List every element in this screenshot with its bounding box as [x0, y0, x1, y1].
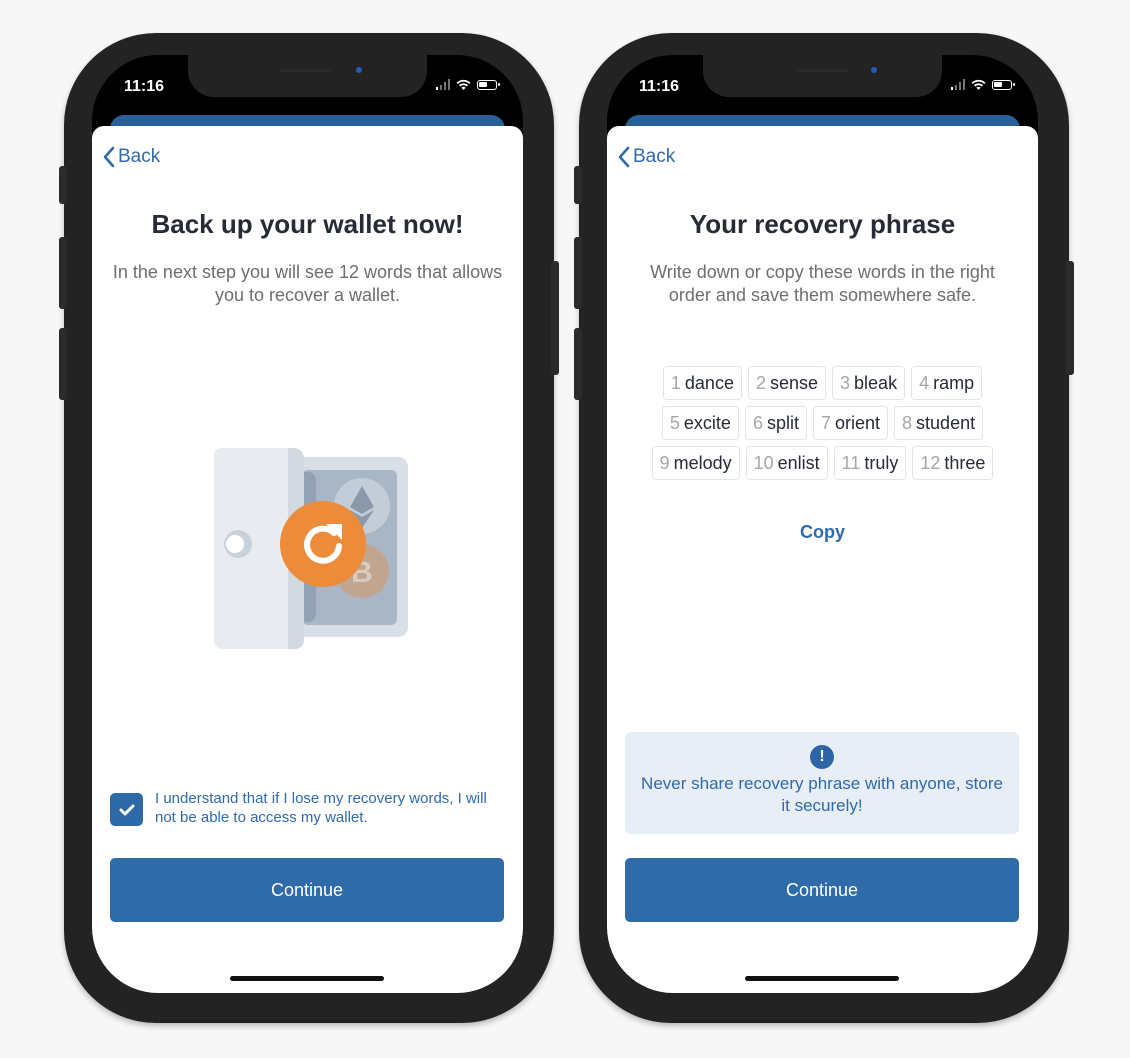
word-chip: 6 split: [744, 406, 807, 440]
continue-button[interactable]: Continue: [625, 858, 1019, 922]
page-title: Your recovery phrase: [689, 209, 956, 239]
word-chip: 4 ramp: [911, 366, 983, 400]
chevron-left-icon: [618, 146, 630, 168]
agreement-text: I understand that if I lose my recovery …: [155, 790, 487, 826]
recovery-word-grid: 1 dance 2 sense 3 bleak 4 ramp 5 excite 6 spli…: [617, 366, 1028, 480]
page-subtitle: Write down or copy these words in the ri…: [650, 262, 995, 305]
status-time: 11:16: [639, 78, 680, 95]
word-chip: 9 melody: [651, 446, 740, 480]
continue-button[interactable]: Continue: [110, 858, 504, 922]
phone-screen: 11:16 Back Your recovery phrase Write do…: [607, 55, 1038, 993]
speaker: [280, 69, 332, 72]
word-chip: 7 orient: [812, 406, 889, 440]
power-button: [551, 261, 559, 375]
volume-up-button: [59, 237, 67, 309]
agreement-row[interactable]: I understand that if I lose my recovery …: [110, 789, 505, 827]
wifi-icon: [971, 79, 986, 90]
signal-icon: [950, 79, 965, 90]
back-button[interactable]: Back: [617, 146, 675, 168]
word-chip: 1 dance: [662, 366, 742, 400]
mute-switch: [59, 166, 67, 204]
word-chip: 8 student: [894, 406, 984, 440]
notch: [703, 55, 942, 97]
battery-icon: [477, 79, 500, 90]
battery-icon: [992, 79, 1015, 90]
safe-illustration: B: [214, 448, 408, 649]
mute-switch: [574, 166, 582, 204]
page-subtitle: In the next step you will see 12 words t…: [112, 262, 503, 305]
checkmark-icon: [119, 804, 134, 815]
speaker: [795, 69, 847, 72]
exclamation-icon: !: [810, 745, 834, 769]
volume-up-button: [574, 237, 582, 309]
word-chip: 11 truly: [833, 446, 907, 480]
signal-icon: [435, 79, 450, 90]
word-row: 5 excite 6 split 7 orient 8 student: [661, 406, 984, 440]
phone-frame-recovery: 11:16 Back Your recovery phrase Write do…: [574, 33, 1074, 1023]
word-row: 9 melody 10 enlist 11 truly 12 three: [651, 446, 994, 480]
word-chip: 12 three: [912, 446, 994, 480]
wifi-icon: [456, 79, 471, 90]
back-label: Back: [118, 146, 161, 167]
status-icons: [950, 79, 1015, 90]
camera-icon: [356, 67, 362, 73]
word-row: 1 dance 2 sense 3 bleak 4 ramp: [662, 366, 983, 400]
home-indicator: [745, 976, 899, 981]
home-indicator: [230, 976, 384, 981]
warning-text: Never share recovery phrase with anyone,…: [641, 774, 1003, 815]
security-warning: ! Never share recovery phrase with anyon…: [625, 732, 1019, 834]
word-chip: 10 enlist: [745, 446, 828, 480]
refresh-badge: [280, 501, 366, 587]
phone-frame-backup: 11:16 Back Back up your wallet now! In t…: [59, 33, 559, 1023]
back-label: Back: [633, 146, 676, 167]
copy-button[interactable]: Copy: [607, 522, 1038, 543]
volume-down-button: [59, 328, 67, 400]
word-chip: 5 excite: [661, 406, 739, 440]
word-chip: 3 bleak: [832, 366, 906, 400]
status-icons: [435, 79, 500, 90]
chevron-left-icon: [103, 146, 115, 168]
recovery-sheet: Back Your recovery phrase Write down or …: [607, 126, 1038, 993]
volume-down-button: [574, 328, 582, 400]
backup-sheet: Back Back up your wallet now! In the nex…: [92, 126, 523, 993]
status-time: 11:16: [124, 78, 165, 95]
notch: [188, 55, 427, 97]
back-button[interactable]: Back: [102, 146, 160, 168]
page-title: Back up your wallet now!: [151, 209, 464, 239]
word-chip: 2 sense: [747, 366, 827, 400]
power-button: [1066, 261, 1074, 375]
phone-screen: 11:16 Back Back up your wallet now! In t…: [92, 55, 523, 993]
agreement-checkbox[interactable]: [110, 793, 143, 826]
camera-icon: [871, 67, 877, 73]
